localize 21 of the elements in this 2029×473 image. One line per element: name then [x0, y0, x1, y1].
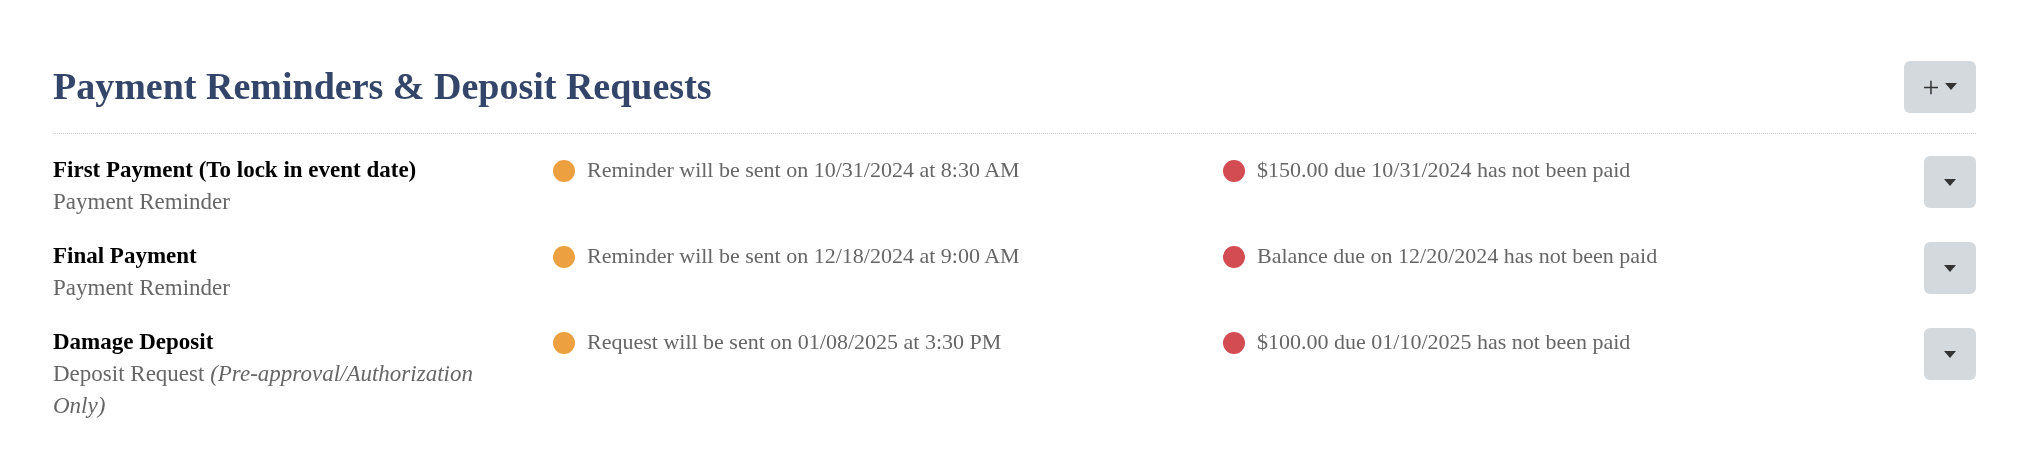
item-name: Final Payment	[53, 242, 198, 270]
status-text: Balance due on 12/20/2024 has not been paid	[1257, 242, 1658, 270]
item-name: First Payment (To lock in event date)	[53, 156, 418, 184]
item-name: Damage Deposit	[53, 328, 215, 356]
item-type: Payment Reminder	[53, 188, 231, 216]
caret-icon	[1945, 83, 1958, 90]
dropdown-button[interactable]	[1924, 156, 1976, 208]
dropdown-button[interactable]	[1924, 328, 1976, 380]
item-type: Payment Reminder	[53, 274, 231, 302]
status-text: $100.00 due 01/10/2025 has not been paid	[1257, 328, 1631, 356]
add-button[interactable]: +	[1904, 60, 1976, 113]
section-title: Payment Reminders & Deposit Requests	[53, 64, 712, 109]
item-type: Deposit Request (Pre-approval/Authorization Only)	[53, 360, 473, 420]
dropdown-button[interactable]	[1924, 242, 1976, 294]
caret-icon	[1944, 264, 1956, 272]
status-text: Request will be sent on 01/08/2025 at 3:30 PM	[587, 328, 1002, 356]
caret-icon	[1944, 350, 1956, 358]
caret-icon	[1944, 178, 1956, 186]
status-text: $150.00 due 10/31/2024 has not been paid	[1257, 156, 1631, 184]
status-text: Reminder will be sent on 10/31/2024 at 8:30 AM	[587, 156, 1020, 184]
status-text: Reminder will be sent on 12/18/2024 at 9:00 AM	[587, 242, 1020, 270]
